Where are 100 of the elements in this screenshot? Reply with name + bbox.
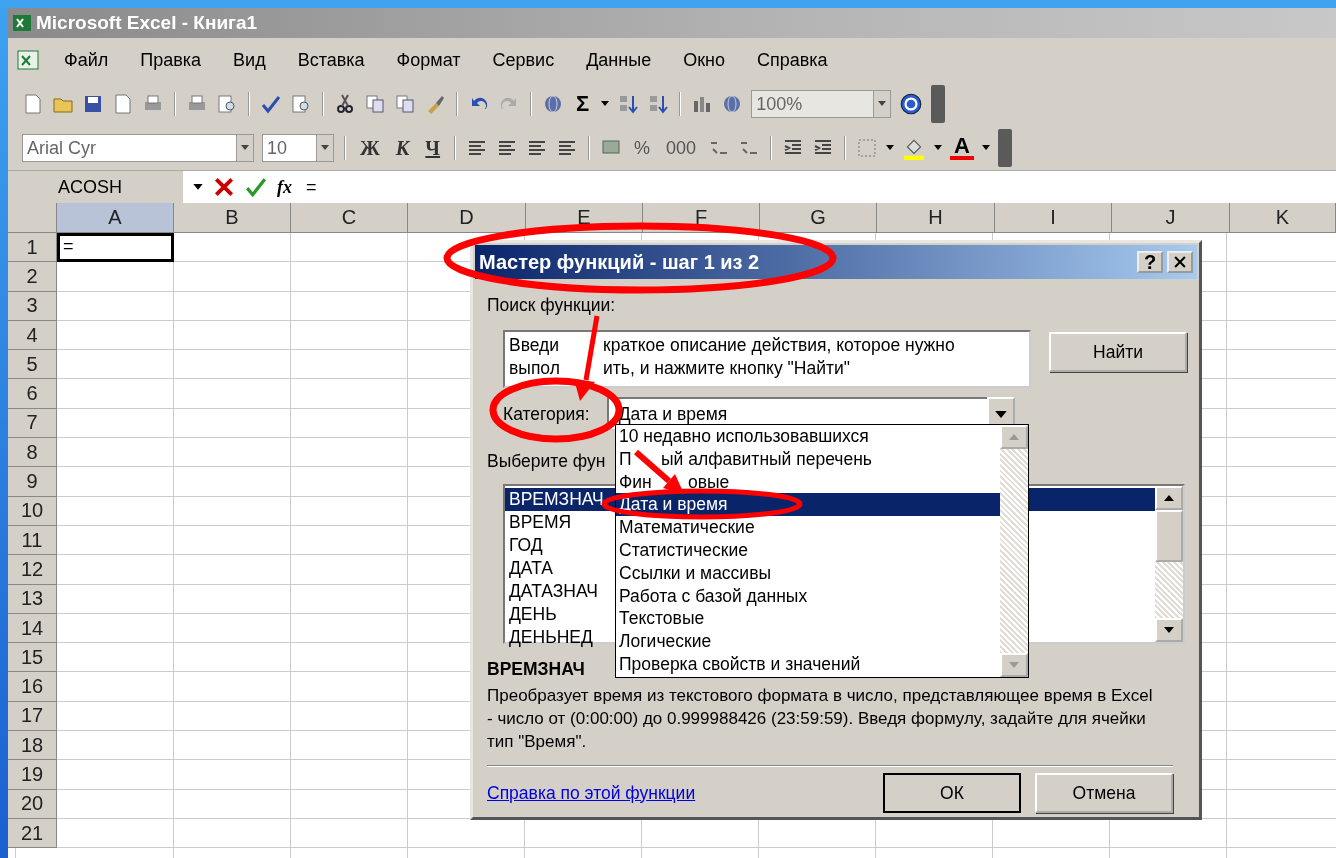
column-header[interactable]: F xyxy=(643,203,760,233)
find-button[interactable]: Найти xyxy=(1049,332,1187,372)
category-option[interactable]: Проверка свойств и значений xyxy=(616,652,1000,676)
help-button[interactable]: ? xyxy=(1137,251,1163,273)
spelling-check-icon[interactable] xyxy=(260,93,282,115)
menu-item[interactable]: Вид xyxy=(215,49,280,71)
row-header[interactable]: 20 xyxy=(8,789,57,819)
caret-icon[interactable] xyxy=(886,145,895,151)
row-header[interactable]: 13 xyxy=(8,584,57,614)
scroll-up-button[interactable] xyxy=(1155,486,1183,510)
row-header[interactable]: 7 xyxy=(8,408,57,439)
percent-button[interactable]: % xyxy=(630,137,655,159)
row-header[interactable]: 11 xyxy=(8,525,57,556)
category-option[interactable]: Фин овые xyxy=(616,470,1000,494)
font-dropdown[interactable]: Arial Cyr xyxy=(22,134,236,162)
search-field[interactable]: Введи краткое описание действия, которое нужно выпол ить, и нажмите кнопку "Найти" xyxy=(503,330,1031,388)
dropdown-button[interactable] xyxy=(236,134,254,162)
globe-icon[interactable] xyxy=(542,93,564,115)
column-header[interactable]: D xyxy=(408,203,526,233)
active-cell[interactable]: = xyxy=(57,233,174,263)
text-style-button[interactable]: Ж xyxy=(356,136,384,160)
caret-icon[interactable] xyxy=(321,145,329,151)
row-header[interactable]: 2 xyxy=(8,262,57,292)
name-box[interactable]: ACOSH xyxy=(8,171,183,203)
research-icon[interactable] xyxy=(290,93,312,115)
print-preview-icon[interactable] xyxy=(216,93,238,115)
row-header[interactable]: 1 xyxy=(8,233,57,263)
font-color-button[interactable]: A xyxy=(950,136,974,160)
category-option[interactable]: П ый алфавитный перечень xyxy=(616,447,1000,471)
dialog-button[interactable]: Отмена xyxy=(1035,773,1173,813)
row-header[interactable]: 10 xyxy=(8,496,57,526)
cancel-icon[interactable] xyxy=(213,176,235,198)
category-option[interactable]: Математические xyxy=(616,516,1000,539)
row-header[interactable]: 3 xyxy=(8,291,57,321)
help-link[interactable]: Справка по этой функции xyxy=(487,782,696,804)
text-style-button[interactable]: Ч xyxy=(421,136,445,160)
row-header[interactable]: 15 xyxy=(8,643,57,673)
autosum-button[interactable]: Σ xyxy=(572,91,594,117)
category-option[interactable]: Ссылки и массивы xyxy=(616,561,1000,585)
column-header[interactable]: I xyxy=(995,203,1112,233)
caret-icon[interactable] xyxy=(934,145,943,151)
dropdown-button[interactable] xyxy=(316,134,334,162)
row-header[interactable]: 19 xyxy=(8,760,57,790)
column-header[interactable]: G xyxy=(760,203,877,233)
row-header[interactable]: 4 xyxy=(8,320,57,351)
scissors-icon[interactable] xyxy=(334,93,356,115)
scroll-thumb[interactable] xyxy=(1155,510,1183,562)
row-header[interactable]: 18 xyxy=(8,731,57,761)
category-option[interactable]: Статистические xyxy=(616,539,1000,562)
category-option[interactable]: Работа с базой данных xyxy=(616,584,1000,608)
toolbar-grip[interactable] xyxy=(998,129,1012,167)
paste-icon[interactable] xyxy=(394,93,416,115)
menu-item[interactable]: Сервис xyxy=(474,49,569,71)
copy-icon[interactable] xyxy=(364,93,386,115)
row-header[interactable]: 9 xyxy=(8,467,57,497)
thousands-button[interactable]: 000 xyxy=(662,137,701,159)
text-style-button[interactable]: К xyxy=(391,136,414,160)
scrollbar[interactable] xyxy=(1155,486,1183,642)
category-option[interactable]: Логические xyxy=(616,630,1000,653)
caret-icon[interactable] xyxy=(241,145,249,151)
column-header[interactable]: K xyxy=(1230,203,1336,233)
sort-ascending-icon[interactable] xyxy=(617,93,640,115)
menu-item[interactable]: Правка xyxy=(122,49,216,71)
menu-item[interactable]: Данные xyxy=(568,49,666,71)
caret-icon[interactable] xyxy=(994,410,1007,418)
caret-icon[interactable] xyxy=(193,183,203,191)
menu-item[interactable]: Формат xyxy=(378,49,475,71)
formula-field[interactable]: = xyxy=(302,176,1336,198)
document-icon[interactable] xyxy=(112,93,134,115)
menu-item[interactable]: Окно xyxy=(665,49,739,71)
row-header[interactable]: 16 xyxy=(8,672,57,702)
zoom-dropdown[interactable]: 100% xyxy=(751,90,874,118)
dropdown-button[interactable] xyxy=(873,90,892,118)
column-header[interactable]: C xyxy=(291,203,408,233)
caret-icon[interactable] xyxy=(601,101,610,107)
row-header[interactable]: 14 xyxy=(8,613,57,644)
menu-item[interactable]: Вставка xyxy=(279,49,379,71)
column-header[interactable]: H xyxy=(877,203,995,233)
row-header[interactable]: 8 xyxy=(8,438,57,468)
row-header[interactable]: 6 xyxy=(8,379,57,409)
check-icon[interactable] xyxy=(245,176,267,198)
menu-item[interactable]: Файл xyxy=(46,49,123,71)
toolbar-grip[interactable] xyxy=(931,85,946,123)
column-header[interactable]: B xyxy=(174,203,291,233)
row-header[interactable]: 21 xyxy=(8,818,57,849)
spreadsheet-icon[interactable] xyxy=(16,48,40,72)
sort-descending-icon[interactable] xyxy=(647,93,670,115)
column-header[interactable]: E xyxy=(526,203,643,233)
save-icon[interactable] xyxy=(82,93,104,115)
row-header[interactable]: 12 xyxy=(8,555,57,585)
column-header[interactable]: A xyxy=(57,203,174,233)
caret-icon[interactable] xyxy=(982,145,990,151)
insert-function-button[interactable]: fx xyxy=(277,176,292,198)
close-icon[interactable] xyxy=(1167,251,1193,273)
category-option[interactable]: Текстовые xyxy=(616,607,1000,631)
font-size-dropdown[interactable]: 10 xyxy=(262,134,316,162)
column-header[interactable]: J xyxy=(1112,203,1230,233)
dialog-button[interactable]: ОК xyxy=(883,773,1021,813)
row-header[interactable]: 17 xyxy=(8,701,57,732)
menu-item[interactable]: Справка xyxy=(739,49,842,71)
